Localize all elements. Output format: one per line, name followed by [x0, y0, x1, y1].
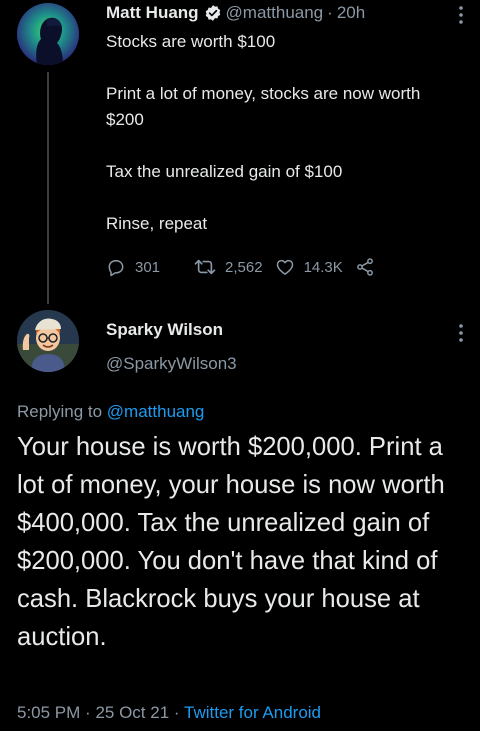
replying-to-label: Replying to [17, 402, 103, 421]
heart-icon [276, 259, 293, 275]
tweet2-date[interactable]: 25 Oct 21 [95, 703, 169, 722]
tweet1-text: Stocks are worth $100 Print a lot of mon… [106, 29, 446, 237]
tweet2-time[interactable]: 5:05 PM [17, 703, 80, 722]
tweet1-line-3: Tax the unrealized gain of $100 [106, 162, 343, 181]
avatar-profile-silhouette-icon [17, 3, 79, 65]
tweet2-separator-1: · [85, 703, 91, 722]
reply-count: 301 [135, 258, 161, 276]
thread-connector-line [47, 72, 49, 304]
replying-to-line: Replying to @matthuang [17, 400, 204, 424]
share-button[interactable] [355, 257, 375, 277]
share-icon [356, 258, 373, 276]
tweet2-source-link[interactable]: Twitter for Android [184, 703, 321, 722]
tweet2-more-options-icon[interactable] [455, 322, 467, 344]
like-count: 14.3K [303, 258, 343, 276]
retweet-button[interactable]: 2,562 [194, 257, 263, 277]
verified-badge-icon [204, 4, 222, 22]
tweet1-header: Matt Huang @matthuang · 20h [106, 2, 365, 24]
avatar-sparky-wilson[interactable] [17, 310, 79, 372]
tweet2-metadata: 5:05 PM · 25 Oct 21 · Twitter for Androi… [17, 701, 321, 725]
tweet2-handle[interactable]: @SparkyWilson3 [106, 352, 237, 376]
tweet2-author-name[interactable]: Sparky Wilson [106, 318, 223, 342]
tweet2-separator-2: · [173, 703, 180, 722]
tweet1-line-2: Print a lot of money, stocks are now wor… [106, 84, 421, 129]
avatar-matt-huang[interactable] [17, 3, 79, 65]
tweet1-more-options-icon[interactable] [455, 4, 467, 26]
tweet1-handle[interactable]: @matthuang [226, 2, 324, 24]
reply-icon [108, 260, 124, 277]
tweet1-author-name[interactable]: Matt Huang [106, 2, 199, 24]
tweet1-line-1: Stocks are worth $100 [106, 32, 276, 51]
avatar-cartoon-character-icon [17, 310, 79, 372]
tweet1-separator: · [327, 3, 333, 22]
reply-button[interactable]: 301 [106, 257, 160, 277]
like-button[interactable]: 14.3K [275, 257, 343, 277]
tweet1-timestamp[interactable]: 20h [337, 2, 365, 24]
replying-to-handle-link[interactable]: @matthuang [107, 402, 205, 421]
tweet1-action-bar: 301 2,562 14.3K [106, 254, 375, 280]
retweet-icon [194, 259, 216, 275]
tweet1-line-4: Rinse, repeat [106, 214, 208, 233]
tweet2-text: Your house is worth $200,000. Print a lo… [17, 433, 445, 651]
retweet-count: 2,562 [225, 258, 263, 276]
